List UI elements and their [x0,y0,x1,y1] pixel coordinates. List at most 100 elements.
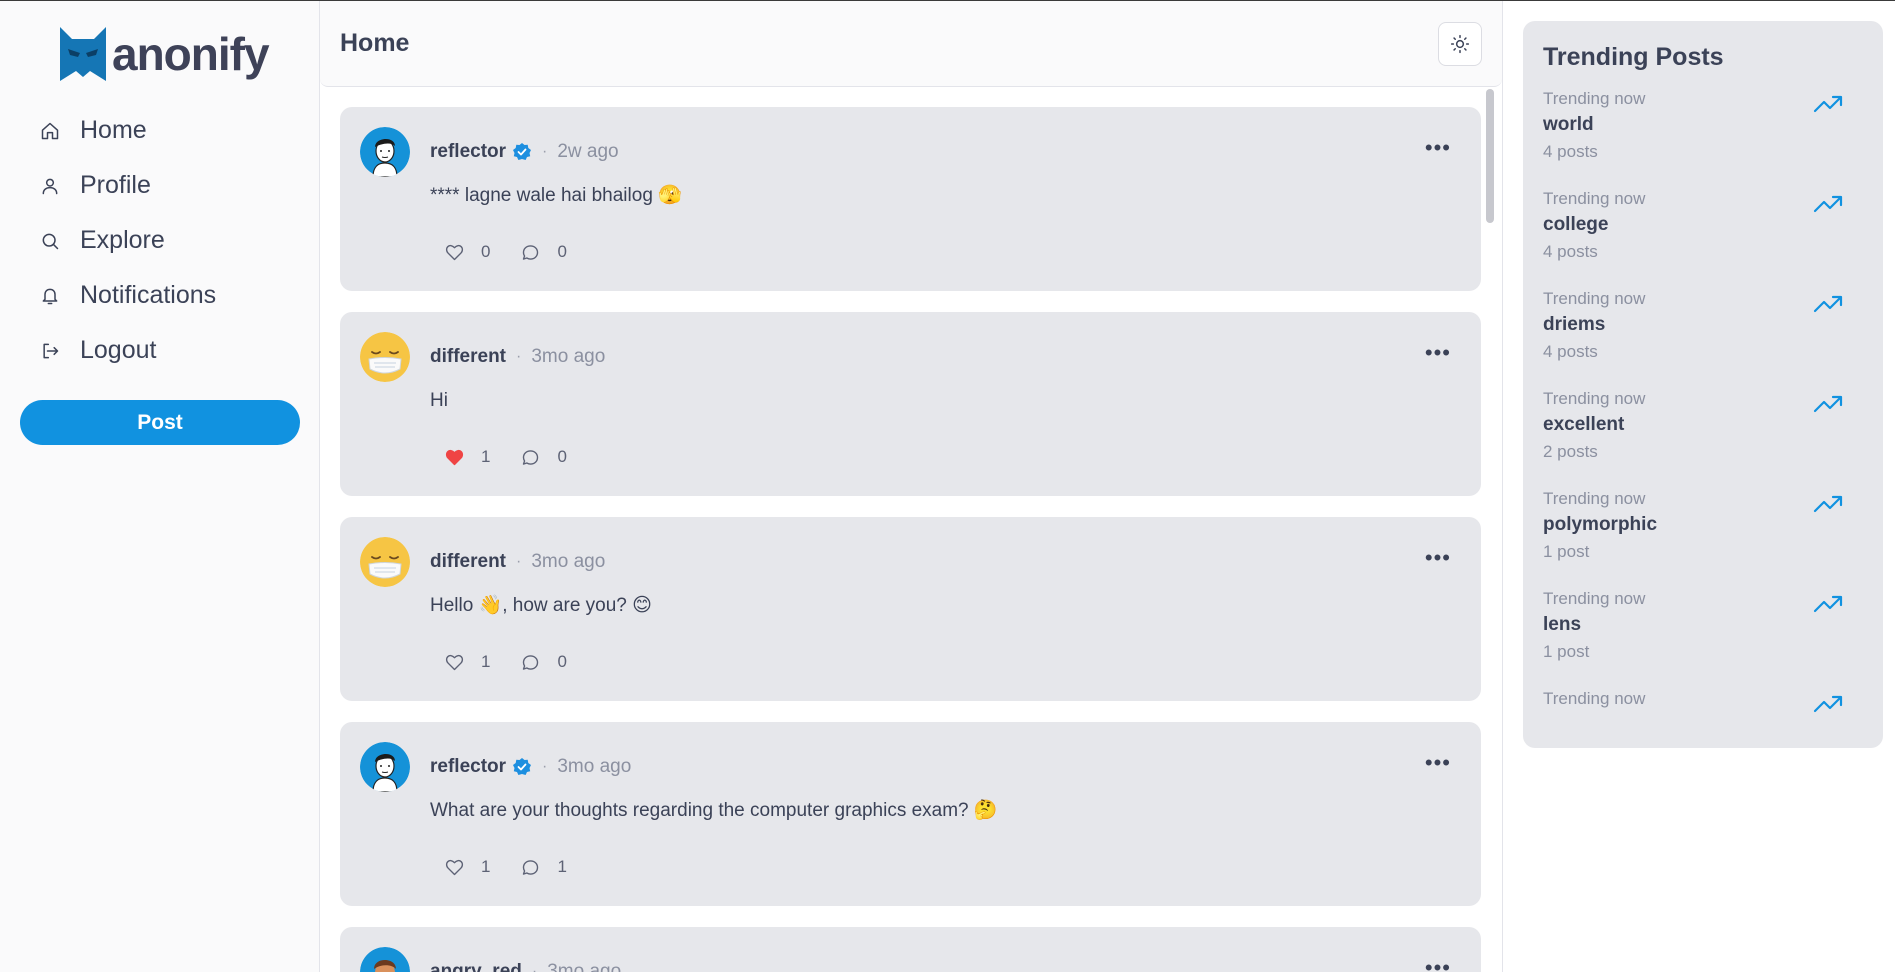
comment-icon [523,244,539,260]
nav-label-logout: Logout [80,336,157,364]
comment-count: 1 [557,857,567,876]
post-username[interactable]: different [430,551,506,573]
nav-label-home: Home [80,116,147,144]
theme-toggle-button[interactable] [1438,21,1482,66]
more-options-button[interactable]: ••• [1425,547,1451,569]
trending-up-icon [1813,395,1843,413]
post-text: Hi [430,390,448,411]
comment-button[interactable]: 0 [520,652,567,673]
avatar[interactable] [360,127,410,177]
post-card[interactable]: different · 3mo ago ••• Hi 1 0 [340,312,1481,496]
trend-item[interactable]: Trending now polymorphic 1 post [1543,488,1863,588]
verified-badge-icon [513,758,532,775]
post-card[interactable]: reflector · 3mo ago ••• What are your th… [340,722,1481,906]
post-time: 3mo ago [557,756,632,777]
avatar[interactable] [360,537,410,587]
post-username[interactable]: reflector [430,141,506,163]
trend-tag: world [1543,114,1594,135]
trend-item[interactable]: Trending now [1543,688,1863,728]
more-options-button[interactable]: ••• [1425,957,1451,972]
nav-label-explore: Explore [80,226,165,254]
nav-label-profile: Profile [80,171,151,199]
mask-emoji-avatar-icon [360,332,410,382]
trend-item[interactable]: Trending now driems 4 posts [1543,288,1863,388]
post-card[interactable]: angry_red · 3mo ago ••• [340,927,1481,972]
nav-item-profile[interactable]: Profile [20,158,299,213]
comment-count: 0 [557,447,567,466]
cartoon-man-avatar-icon [360,127,410,177]
trend-tag: driems [1543,314,1606,335]
trend-count: 1 post [1543,542,1590,561]
post-text: What are your thoughts regarding the com… [430,800,998,821]
post-card[interactable]: different · 3mo ago ••• Hello 👋, how are… [340,517,1481,701]
cat-mask-logo-icon [60,27,106,81]
trend-count: 4 posts [1543,142,1598,161]
trend-item[interactable]: Trending now world 4 posts [1543,88,1863,188]
comment-button[interactable]: 0 [520,447,567,468]
trending-up-icon [1813,95,1843,113]
post-header: angry_red · 3mo ago [360,947,1461,972]
like-button[interactable]: 0 [444,242,490,263]
avatar[interactable] [360,947,410,972]
post-text: Hello 👋, how are you? 😊 [430,595,652,616]
nav-item-logout[interactable]: Logout [20,323,299,378]
more-options-button[interactable]: ••• [1425,752,1451,774]
main-feed-column: Home reflector · 2w ago ••• **** lagne w… [320,1,1502,972]
comment-icon [523,654,539,670]
post-username[interactable]: reflector [430,756,506,778]
main-nav: Home Profile Explore Notifications Logou… [20,103,299,378]
trending-posts-card: Trending Posts Trending now world 4 post… [1523,21,1883,748]
logout-icon [43,343,59,358]
trend-count: 4 posts [1543,242,1598,261]
logo[interactable]: anonify [60,25,299,83]
post-actions: 0 0 [444,239,1461,265]
trending-up-icon [1813,295,1843,313]
brand-name: anonify [112,28,270,80]
trending-up-icon [1813,695,1843,713]
nav-item-explore[interactable]: Explore [20,213,299,268]
heart-icon [445,244,464,260]
nav-item-home[interactable]: Home [20,103,299,158]
avatar[interactable] [360,742,410,792]
post-time: 3mo ago [531,551,606,572]
like-button[interactable]: 1 [444,447,490,468]
like-button[interactable]: 1 [444,652,490,673]
like-count: 1 [481,447,491,466]
post-feed: reflector · 2w ago ••• **** lagne wale h… [320,87,1502,972]
nav-label-notifications: Notifications [80,281,217,309]
post-username[interactable]: different [430,346,506,368]
post-header: reflector · 2w ago [360,127,1461,177]
separator-dot: · [542,143,548,160]
post-card[interactable]: reflector · 2w ago ••• **** lagne wale h… [340,107,1481,291]
more-options-button[interactable]: ••• [1425,342,1451,364]
trend-count: 1 post [1543,642,1590,661]
heart-filled-icon [445,449,464,465]
more-options-button[interactable]: ••• [1425,137,1451,159]
post-actions: 1 1 [444,854,1461,880]
post-username[interactable]: angry_red [430,961,522,972]
separator-dot: · [531,963,538,972]
mask-emoji-avatar-icon [360,537,410,587]
post-actions: 1 0 [444,649,1461,675]
post-button[interactable]: Post [20,400,300,445]
like-count: 1 [481,652,491,671]
bell-icon [42,288,58,304]
comment-icon [523,449,539,465]
post-header: different · 3mo ago [360,332,1461,382]
feed-scrollbar[interactable] [1486,89,1494,223]
trend-item[interactable]: Trending now excellent 2 posts [1543,388,1863,488]
trend-tag: college [1543,214,1609,235]
like-button[interactable]: 1 [444,857,490,878]
post-text: **** lagne wale hai bhailog 🫣 [430,185,682,206]
heart-icon [445,654,464,670]
avatar[interactable] [360,332,410,382]
sun-icon [1450,34,1470,53]
comment-button[interactable]: 0 [520,242,567,263]
comment-button[interactable]: 1 [520,857,567,878]
separator-dot: · [516,348,522,365]
post-header: different · 3mo ago [360,537,1461,587]
like-count: 1 [481,857,491,876]
trend-item[interactable]: Trending now college 4 posts [1543,188,1863,288]
trend-item[interactable]: Trending now lens 1 post [1543,588,1863,688]
nav-item-notifications[interactable]: Notifications [20,268,299,323]
